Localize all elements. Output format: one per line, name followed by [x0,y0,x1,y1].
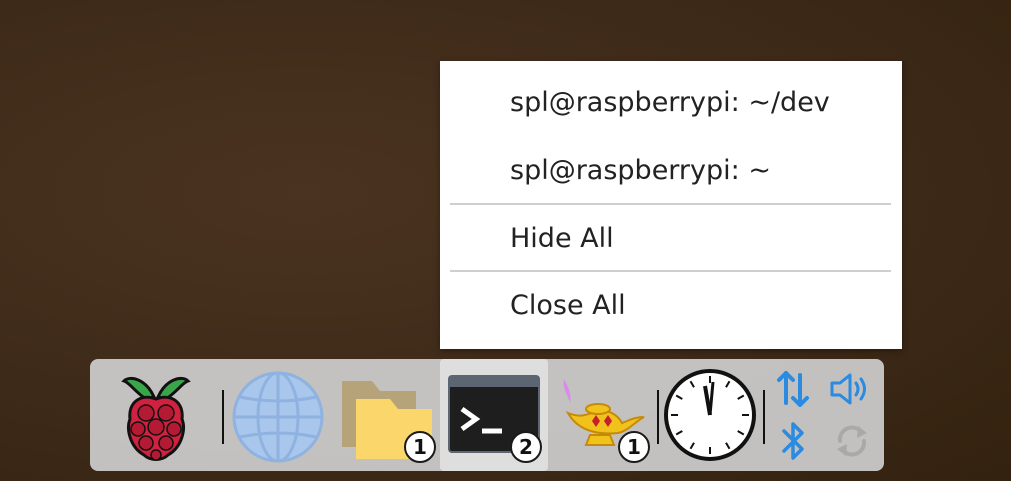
browser-button[interactable] [230,369,326,465]
terminal-button[interactable]: 2 [448,375,544,465]
window-count-badge: 2 [510,431,542,463]
clock-icon [664,369,756,461]
menu-item-terminal-dev[interactable]: spl@raspberrypi: ~/dev [440,70,902,136]
python-lamp-button[interactable]: 1 [558,373,654,465]
taskbar-separator [222,390,224,444]
bluetooth-icon [782,422,804,460]
taskbar: 1 2 1 [90,359,884,471]
window-list-context-menu: spl@raspberrypi: ~/dev spl@raspberrypi: … [440,61,902,349]
menu-item-terminal-home[interactable]: spl@raspberrypi: ~ [440,138,902,204]
raspberry-icon [121,376,191,461]
menu-separator [450,270,891,272]
volume-tray-button[interactable] [828,371,872,407]
volume-icon [830,373,866,405]
file-manager-button[interactable]: 1 [338,373,436,463]
taskbar-separator [763,390,765,444]
raspberry-menu-button[interactable] [116,369,196,465]
window-count-badge: 1 [618,431,650,463]
taskbar-separator [657,390,659,444]
network-tray-button[interactable] [776,369,810,409]
window-count-badge: 1 [404,431,436,463]
network-arrows-icon [777,371,809,407]
bluetooth-tray-button[interactable] [780,419,808,463]
globe-icon [232,371,324,463]
menu-item-hide-all[interactable]: Hide All [440,206,902,272]
clock-button[interactable] [663,368,757,462]
sync-icon [837,425,867,457]
sync-tray-button[interactable] [832,421,872,461]
menu-separator [450,203,891,205]
menu-item-close-all[interactable]: Close All [440,273,902,339]
